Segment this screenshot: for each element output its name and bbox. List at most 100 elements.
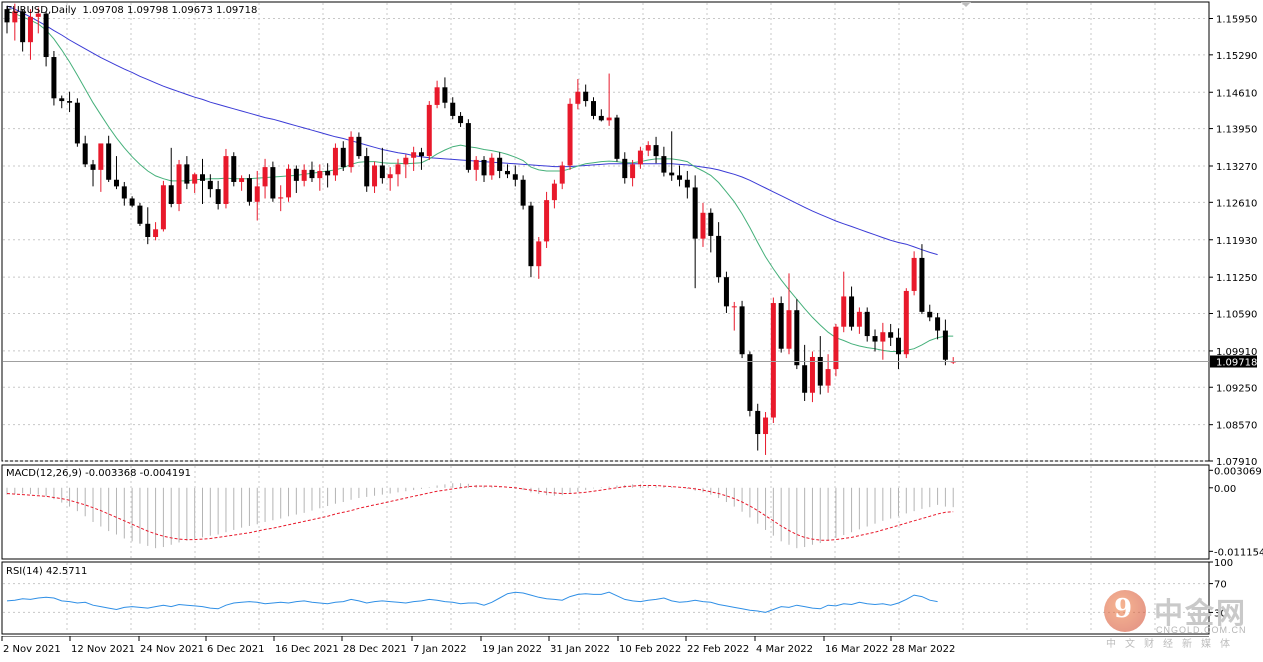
time-tick-label: 22 Feb 2022 [687, 644, 749, 655]
candle-body [794, 310, 800, 366]
cngold-watermark: 9 中金网 CNGOLD.COM.CN 中文财经新媒体 [1104, 584, 1254, 650]
candle-body [278, 197, 284, 199]
candle-body [231, 156, 237, 182]
candle-body [684, 179, 690, 188]
rsi-panel-frame [1, 561, 1210, 635]
candle-body [458, 115, 464, 124]
candle-body [286, 168, 292, 198]
candle [465, 119, 471, 173]
candle-body [520, 179, 526, 206]
candle-body [504, 170, 510, 175]
candle [270, 161, 276, 202]
candle-body [911, 257, 917, 291]
candle-body [763, 417, 769, 435]
candle-body [716, 235, 722, 278]
candle-body [591, 101, 596, 116]
candle [911, 251, 917, 296]
price-axis: 1.15950 1.15290 1.14610 1.13950 1.13270 1.126… [1209, 15, 1257, 468]
cngold-logo-icon: 9 [1104, 590, 1146, 632]
watermark-url: CNGOLD.COM.CN [1156, 625, 1247, 635]
price-tick-label: 1.08570 [1216, 421, 1257, 432]
price-tick-label: 1.11250 [1216, 273, 1257, 284]
candle-body [223, 156, 229, 204]
candle-body [74, 102, 80, 144]
candle-body [340, 147, 346, 168]
candle-body [27, 16, 33, 43]
candle-body [481, 159, 487, 176]
price-tick-label: 1.13270 [1216, 162, 1257, 173]
candle [246, 174, 252, 206]
candle-body [192, 174, 198, 184]
price-panel-frame [1, 1, 1210, 462]
time-tick-label: 28 Dec 2021 [343, 644, 407, 655]
time-tick-label: 2 Nov 2021 [3, 644, 61, 655]
candle-body [692, 187, 698, 239]
candle [770, 297, 776, 424]
candle-body [630, 164, 636, 179]
candle-body [888, 332, 894, 338]
price-tick-label: 1.12610 [1216, 198, 1257, 209]
candle-body [254, 186, 260, 202]
candle-body [575, 91, 581, 104]
time-tick-label: 7 Jan 2022 [413, 644, 467, 655]
candle [528, 201, 534, 278]
candle-body [356, 136, 362, 157]
candle [778, 296, 784, 353]
price-tick-label: 1.14610 [1216, 88, 1257, 99]
macd-panel-frame [1, 464, 1210, 560]
candle-body [43, 13, 49, 58]
candle-body [207, 180, 213, 190]
candle-body [90, 164, 96, 170]
candle-body [106, 143, 112, 180]
candle-body [661, 156, 667, 173]
candle-body [137, 205, 143, 224]
candle [160, 180, 166, 232]
price-tick-label: 1.09250 [1216, 383, 1257, 394]
time-tick-label: 12 Nov 2021 [71, 644, 135, 655]
candle-body [903, 290, 909, 355]
candle-body [622, 158, 628, 179]
time-tick-label: 4 Mar 2022 [756, 644, 813, 655]
candle-body [348, 136, 354, 168]
candle-body [739, 306, 745, 355]
time-axis: 2 Nov 2021 12 Nov 2021 24 Nov 2021 6 Dec 20… [1, 636, 955, 655]
candle [739, 300, 745, 359]
candle [332, 143, 338, 181]
candle [74, 98, 80, 147]
candle-body [528, 205, 534, 267]
candle-body [426, 104, 432, 157]
candle-body [153, 229, 159, 238]
candle-body [559, 165, 565, 184]
candle-body [317, 170, 323, 179]
candle-body [293, 168, 299, 181]
candle [231, 152, 237, 187]
eurusd-chart-canvas[interactable]: 1.15950 1.15290 1.14610 1.13950 1.13270 1.126… [0, 0, 1263, 662]
candle-body [927, 311, 933, 318]
candle-body [160, 185, 166, 230]
candle-body [637, 150, 643, 165]
candle [137, 202, 143, 226]
candle-body [168, 185, 174, 204]
candle-body [411, 152, 417, 158]
candle-body [778, 303, 784, 349]
candle-body [700, 212, 706, 239]
candle [223, 148, 229, 209]
candle-body [551, 183, 557, 201]
time-tick-label: 6 Dec 2021 [207, 644, 265, 655]
candle-body [379, 165, 385, 179]
candle-body [121, 186, 127, 199]
candle-body [309, 169, 315, 179]
macd-axis: 0.003069 0.00 -0.011154 [1209, 466, 1263, 558]
macd-tick-label: 0.003069 [1214, 466, 1262, 477]
candle-body [364, 156, 370, 187]
candle-body [262, 167, 268, 187]
candle-body [67, 101, 73, 103]
price-tick-label: 1.13950 [1216, 125, 1257, 136]
time-tick-label: 24 Nov 2021 [140, 644, 204, 655]
candle-body [473, 159, 479, 170]
candle-body [935, 317, 941, 331]
candle-body [403, 157, 409, 165]
candle-body [809, 356, 815, 393]
price-tick-label: 1.10590 [1216, 310, 1257, 321]
candle-body [567, 103, 573, 166]
